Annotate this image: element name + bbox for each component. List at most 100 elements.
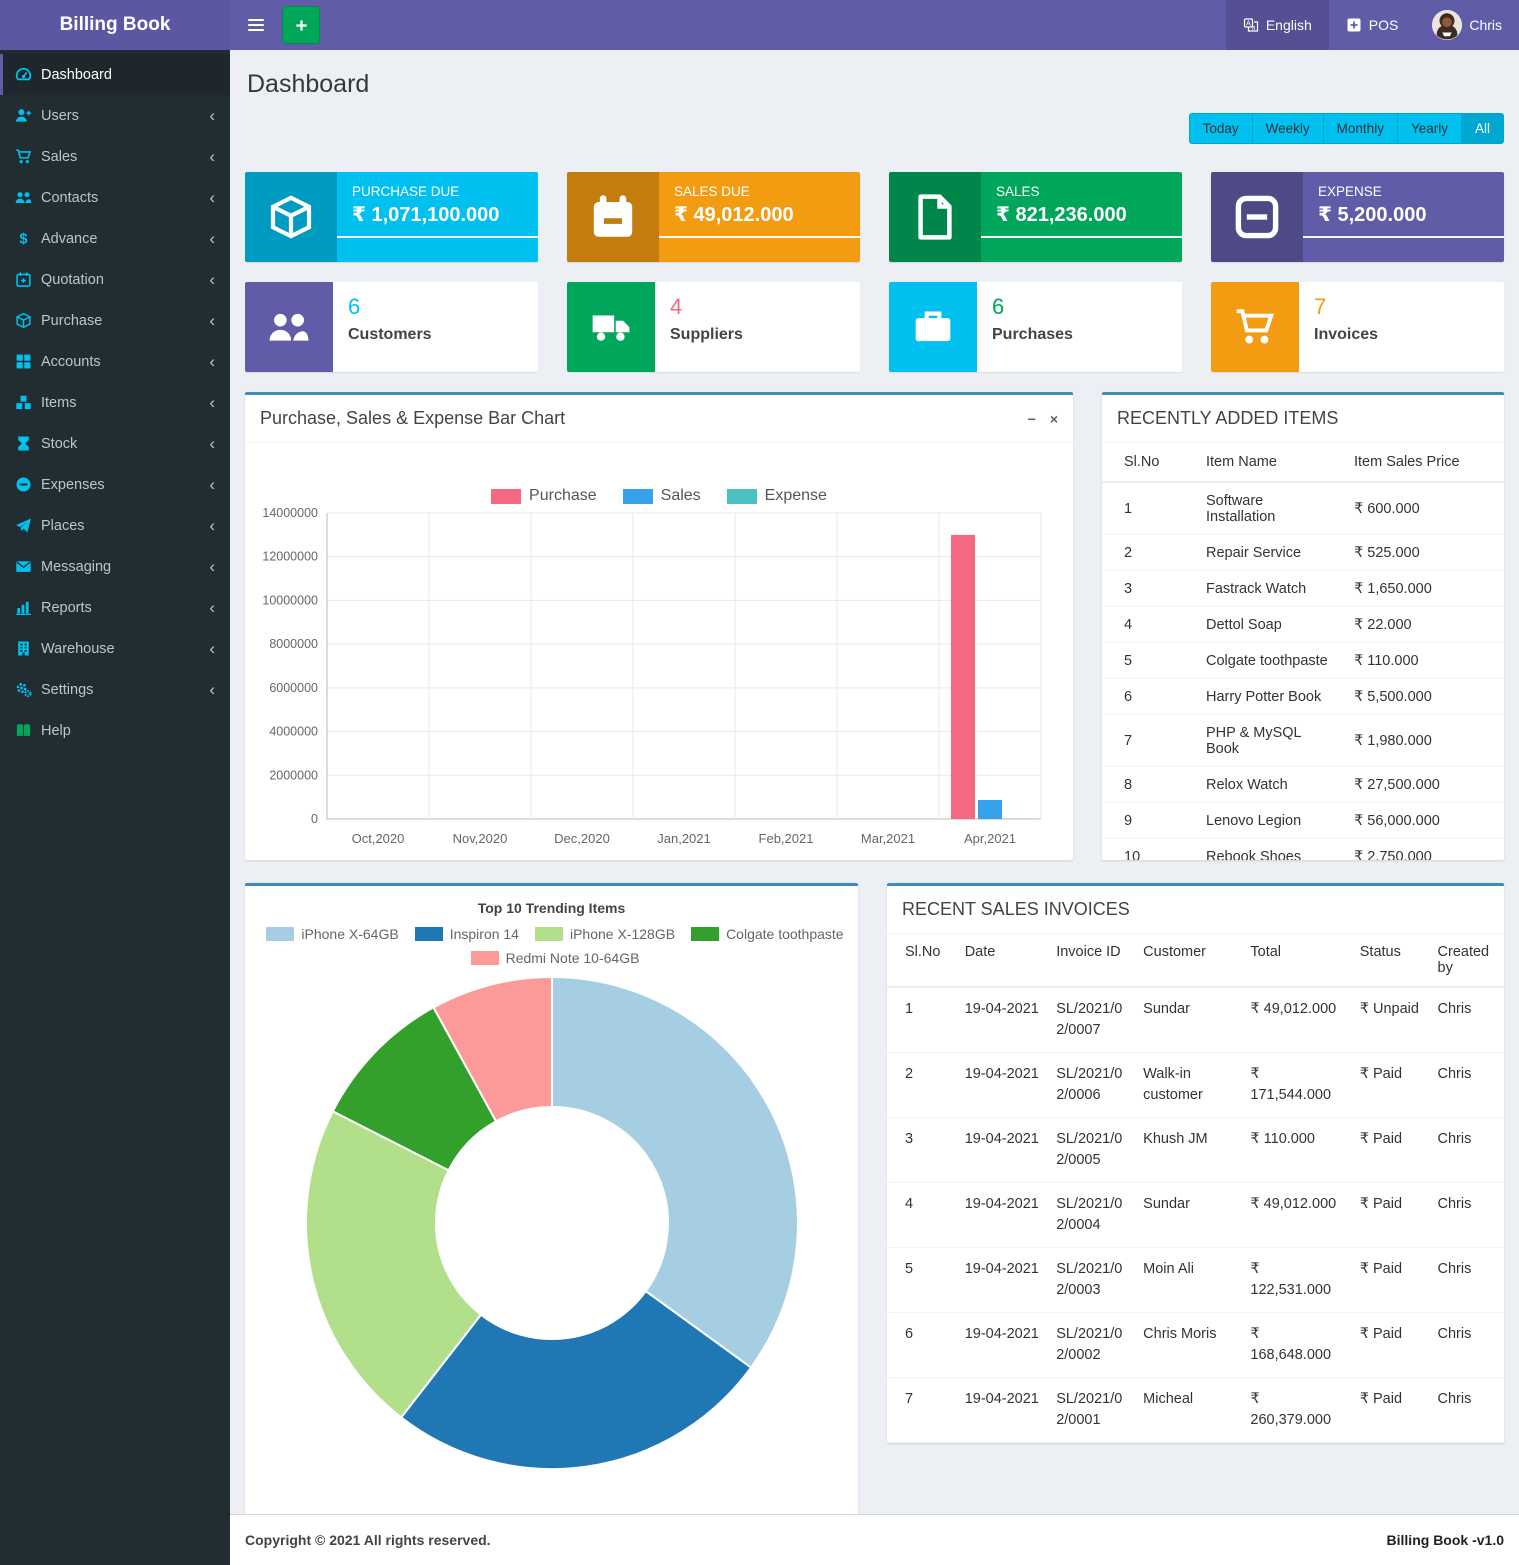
content-area: Dashboard TodayWeeklyMonthlyYearlyAll PU… xyxy=(230,50,1519,1514)
minimize-icon[interactable]: − xyxy=(1028,412,1036,426)
table-header-row: Sl.NoItem NameItem Sales Price xyxy=(1102,443,1504,482)
stat-card-purchase-due: PURCHASE DUE ₹ 1,071,100.000 xyxy=(245,172,538,262)
chevron-left-icon: ‹ xyxy=(209,521,215,531)
sidebar-item-label: Purchase xyxy=(41,313,209,329)
table-row: 119-04-2021SL/2021/02/0007Sundar₹ 49,012… xyxy=(887,987,1504,1053)
briefcase-icon xyxy=(889,282,977,372)
app-window: Billing Book A a English xyxy=(0,0,1519,1565)
building-icon xyxy=(15,640,41,657)
chevron-left-icon: ‹ xyxy=(209,644,215,654)
legend-item-inspiron-14[interactable]: Inspiron 14 xyxy=(415,926,519,942)
sidebar-item-settings[interactable]: Settings‹ xyxy=(0,669,230,710)
stat-card-sales: SALES₹ 821,236.000 xyxy=(889,172,1182,262)
table-row: 319-04-2021SL/2021/02/0005Khush JM₹ 110.… xyxy=(887,1118,1504,1183)
minus-circle-icon xyxy=(15,476,41,493)
column-header-status: Status xyxy=(1352,934,1430,987)
sidebar-item-warehouse[interactable]: Warehouse‹ xyxy=(0,628,230,669)
sidebar-item-label: Expenses xyxy=(41,477,209,493)
legend-item-expense[interactable]: Expense xyxy=(727,487,827,505)
column-header-date: Date xyxy=(957,934,1048,987)
chevron-left-icon: ‹ xyxy=(209,685,215,695)
legend-swatch xyxy=(491,489,521,504)
copyright-text: Copyright © 2021 All rights reserved. xyxy=(245,1532,491,1548)
sidebar-item-users[interactable]: Users‹ xyxy=(0,95,230,136)
app-logo[interactable]: Billing Book xyxy=(0,0,230,50)
sidebar-item-label: Users xyxy=(41,108,209,124)
sidebar-item-quotation[interactable]: Quotation‹ xyxy=(0,259,230,300)
filter-weekly[interactable]: Weekly xyxy=(1252,113,1324,144)
bar-chart: 0200000040000006000000800000010000000120… xyxy=(245,505,1073,860)
legend-item-redmi-note-10-64gb[interactable]: Redmi Note 10-64GB xyxy=(471,950,640,966)
svg-text:2000000: 2000000 xyxy=(269,768,318,782)
legend-item-iphone-x-128gb[interactable]: iPhone X-128GB xyxy=(535,926,675,942)
language-icon: A a xyxy=(1243,17,1259,33)
legend-item-sales[interactable]: Sales xyxy=(623,487,701,505)
sidebar-item-items[interactable]: Items‹ xyxy=(0,382,230,423)
legend-swatch xyxy=(471,951,499,965)
cart-icon xyxy=(1211,282,1299,372)
close-icon[interactable]: × xyxy=(1050,412,1058,426)
sidebar-item-expenses[interactable]: Expenses‹ xyxy=(0,464,230,505)
sidebar-item-label: Quotation xyxy=(41,272,209,288)
sidebar-item-label: Help xyxy=(41,723,215,739)
sidebar-toggle-button[interactable] xyxy=(242,11,270,39)
pos-button[interactable]: POS xyxy=(1329,0,1416,50)
sidebar-item-reports[interactable]: Reports‹ xyxy=(0,587,230,628)
user-menu[interactable]: Chris xyxy=(1415,0,1519,50)
filter-monthly[interactable]: Monthly xyxy=(1323,113,1398,144)
filter-all[interactable]: All xyxy=(1461,113,1504,144)
legend-item-purchase[interactable]: Purchase xyxy=(491,487,597,505)
column-header-item-name: Item Name xyxy=(1196,443,1344,482)
count-card-invoices: 7Invoices xyxy=(1211,282,1504,372)
language-menu[interactable]: A a English xyxy=(1226,0,1329,50)
sidebar-item-places[interactable]: Places‹ xyxy=(0,505,230,546)
legend-swatch xyxy=(415,927,443,941)
table-row: 219-04-2021SL/2021/02/0006Walk-in custom… xyxy=(887,1053,1504,1118)
table-row: 7PHP & MySQL Book₹ 1,980.000 xyxy=(1102,715,1504,767)
svg-text:Jan,2021: Jan,2021 xyxy=(657,831,711,846)
sidebar-item-label: Accounts xyxy=(41,354,209,370)
stat-value: ₹ 1,071,100.000 xyxy=(352,202,523,227)
recent-items-title: RECENTLY ADDED ITEMS xyxy=(1117,408,1338,429)
chevron-left-icon: ‹ xyxy=(209,275,215,285)
sidebar-item-dashboard[interactable]: Dashboard xyxy=(0,54,230,95)
sidebar-item-sales[interactable]: Sales‹ xyxy=(0,136,230,177)
sidebar-item-purchase[interactable]: Purchase‹ xyxy=(0,300,230,341)
count-value: 7 xyxy=(1314,294,1378,320)
version-text: Billing Book -v1.0 xyxy=(1387,1532,1504,1548)
sidebar-item-messaging[interactable]: Messaging‹ xyxy=(0,546,230,587)
pos-label: POS xyxy=(1369,17,1399,33)
filter-today[interactable]: Today xyxy=(1189,113,1253,144)
recent-items-table: Sl.NoItem NameItem Sales Price1Software … xyxy=(1102,443,1504,860)
sidebar-item-accounts[interactable]: Accounts‹ xyxy=(0,341,230,382)
sidebar-item-help[interactable]: Help xyxy=(0,710,230,751)
svg-text:$: $ xyxy=(20,232,28,247)
sidebar-item-stock[interactable]: Stock‹ xyxy=(0,423,230,464)
table-row: 8Relox Watch₹ 27,500.000 xyxy=(1102,767,1504,803)
legend-item-iphone-x-64gb[interactable]: iPhone X-64GB xyxy=(266,926,398,942)
sidebar-item-label: Contacts xyxy=(41,190,209,206)
minus-square-icon xyxy=(1211,172,1303,262)
svg-text:10000000: 10000000 xyxy=(262,593,318,607)
plus-square-icon xyxy=(1346,17,1362,33)
filter-yearly[interactable]: Yearly xyxy=(1397,113,1462,144)
cube-icon xyxy=(15,312,41,329)
legend-swatch xyxy=(691,927,719,941)
cart-icon xyxy=(15,148,41,165)
recent-invoices-panel: RECENT SALES INVOICES Sl.NoDateInvoice I… xyxy=(887,883,1504,1443)
language-label: English xyxy=(1266,17,1312,33)
chevron-left-icon: ‹ xyxy=(209,152,215,162)
column-header-created-by: Created by xyxy=(1430,934,1504,987)
sidebar-item-advance[interactable]: $Advance‹ xyxy=(0,218,230,259)
column-header-sl-no: Sl.No xyxy=(887,934,957,987)
quick-add-button[interactable] xyxy=(282,6,320,44)
stat-label: PURCHASE DUE xyxy=(352,184,523,199)
stat-value: ₹ 5,200.000 xyxy=(1318,202,1489,227)
svg-text:14000000: 14000000 xyxy=(262,506,318,520)
legend-swatch xyxy=(535,927,563,941)
sidebar-item-contacts[interactable]: Contacts‹ xyxy=(0,177,230,218)
legend-item-colgate-toothpaste[interactable]: Colgate toothpaste xyxy=(691,926,844,942)
stat-card-expense: EXPENSE₹ 5,200.000 xyxy=(1211,172,1504,262)
legend-swatch xyxy=(727,489,757,504)
count-card-suppliers: 4Suppliers xyxy=(567,282,860,372)
